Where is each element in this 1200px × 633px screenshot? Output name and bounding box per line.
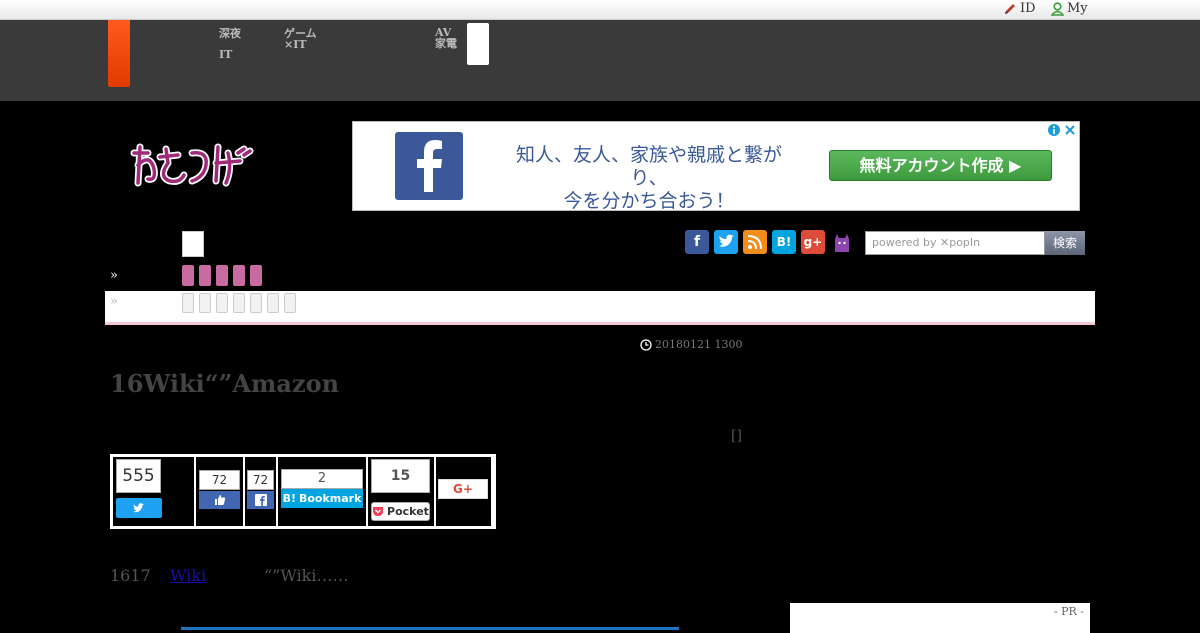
cat-icon[interactable] [830,230,854,254]
pencil-icon [1005,3,1015,14]
header-nav-line2: ×IT [284,38,307,51]
search-input[interactable]: powered by ✕popIn [865,231,1045,255]
category-nav-item[interactable] [199,265,211,286]
header-nav-line2: 家電 [435,37,457,50]
google-plus-button[interactable]: G+ [438,479,488,499]
breadcrumb-arrow-1: » [110,268,118,283]
create-account-button[interactable]: 無料アカウント作成 ▶ [829,150,1052,181]
pocket-share[interactable]: 15 Pocket [368,457,434,526]
facebook-like[interactable]: 72 [196,457,243,526]
google-plus-share[interactable]: G+ [436,457,491,526]
social-follow-icons: f B! g+ [685,230,854,254]
menu-square[interactable] [182,231,204,257]
subcategory-nav-row [182,293,296,313]
datetime-text: 20180121 1300 [655,338,743,351]
google-plus-icon[interactable]: g+ [801,230,825,254]
top-utility-bar: ID My [0,0,1200,20]
pocket-count: 15 [371,459,430,493]
article-title: 16Wiki“”Amazon [110,369,340,398]
like-button[interactable] [199,491,240,509]
site-search: powered by ✕popIn 検索 [865,231,1085,255]
header-nav-item-2[interactable]: ゲーム ×IT [284,28,317,50]
thumbs-up-icon [214,495,225,505]
user-icon [1051,1,1064,16]
hatena-count: 2 [281,469,363,489]
ad-text-line1: 知人、友人、家族や親戚と繋がり、 [515,144,782,189]
twitter-share[interactable]: 555 [113,457,194,526]
category-nav-row [182,265,262,286]
subcategory-nav-item[interactable] [250,293,262,313]
hatena-bookmark-share[interactable]: 2 B! Bookmark [278,457,366,526]
twitter-icon[interactable] [714,230,738,254]
ad-choices[interactable] [1047,122,1077,136]
body-text-rest: “”Wiki…… [264,566,349,585]
header-white-box[interactable] [467,23,489,65]
id-label: ID [1020,1,1036,16]
info-icon[interactable] [1047,122,1061,136]
header-nav-line2: IT [219,48,233,61]
my-label: My [1067,1,1088,16]
hatena-bookmark-button[interactable]: B! Bookmark [281,489,363,508]
facebook-logo-icon [395,132,463,200]
article-datetime: 20180121 1300 [640,338,742,351]
twitter-share-button[interactable] [116,498,162,518]
pocket-label: Pocket [387,505,429,518]
subcategory-nav-item[interactable] [233,293,245,313]
id-link[interactable]: ID [1003,1,1036,16]
itmedia-tab[interactable] [108,20,130,87]
subcategory-nav-item[interactable] [199,293,211,313]
facebook-ad-banner[interactable]: 知人、友人、家族や親戚と繋がり、 今を分かち合おう！ 無料アカウント作成 ▶ [352,121,1080,213]
subcategory-nav-item[interactable] [216,293,228,313]
share-buttons: 555 72 72 2 B! Bookmark 15 Pocket G+ [110,454,496,529]
rss-icon[interactable] [743,230,767,254]
facebook-icon[interactable]: f [685,230,709,254]
category-nav-item[interactable] [216,265,228,286]
pr-label: - PR - [1053,605,1084,618]
ad-text-line2: 今を分かち合おう！ [563,190,735,212]
search-button[interactable]: 検索 [1045,231,1085,255]
clock-icon [640,338,652,351]
facebook-share[interactable]: 72 [245,457,276,526]
nlab-logo[interactable] [128,139,260,191]
facebook-f-icon [254,494,267,506]
author-mark: [] [731,428,742,444]
subcategory-nav-item[interactable] [284,293,296,313]
subcategory-nav-item[interactable] [267,293,279,313]
header-nav-item-3[interactable]: AV 家電 [435,27,457,49]
wiki-link[interactable]: Wiki [170,566,206,585]
my-link[interactable]: My [1051,1,1088,16]
hatena-b-icon: B! [282,492,296,505]
hatena-label: Bookmark [298,492,362,505]
ad-message: 知人、友人、家族や親戚と繋がり、 今を分かち合おう！ [499,144,799,213]
like-count: 72 [199,470,240,490]
close-icon[interactable] [1063,122,1077,136]
site-header: 深夜 IT ゲーム ×IT AV 家電 [0,20,1200,101]
pr-ad-box[interactable]: - PR - [790,603,1090,633]
twitter-count: 555 [116,459,161,493]
fb-share-button[interactable] [247,491,274,509]
subcategory-nav-item[interactable] [182,293,194,313]
header-nav-item-1[interactable]: 深夜 IT [219,28,241,60]
header-nav-line1: 深夜 [219,27,241,40]
category-nav-item[interactable] [182,265,194,286]
hatena-icon[interactable]: B! [772,230,796,254]
breadcrumb-arrow-2: » [110,294,118,309]
pocket-button[interactable]: Pocket [371,502,430,521]
body-text-start: 1617 [110,566,151,585]
category-nav-item[interactable] [233,265,245,286]
pocket-icon [373,507,384,516]
fb-share-count: 72 [247,470,274,490]
twitter-bird-icon [133,503,145,513]
category-nav-item[interactable] [250,265,262,286]
